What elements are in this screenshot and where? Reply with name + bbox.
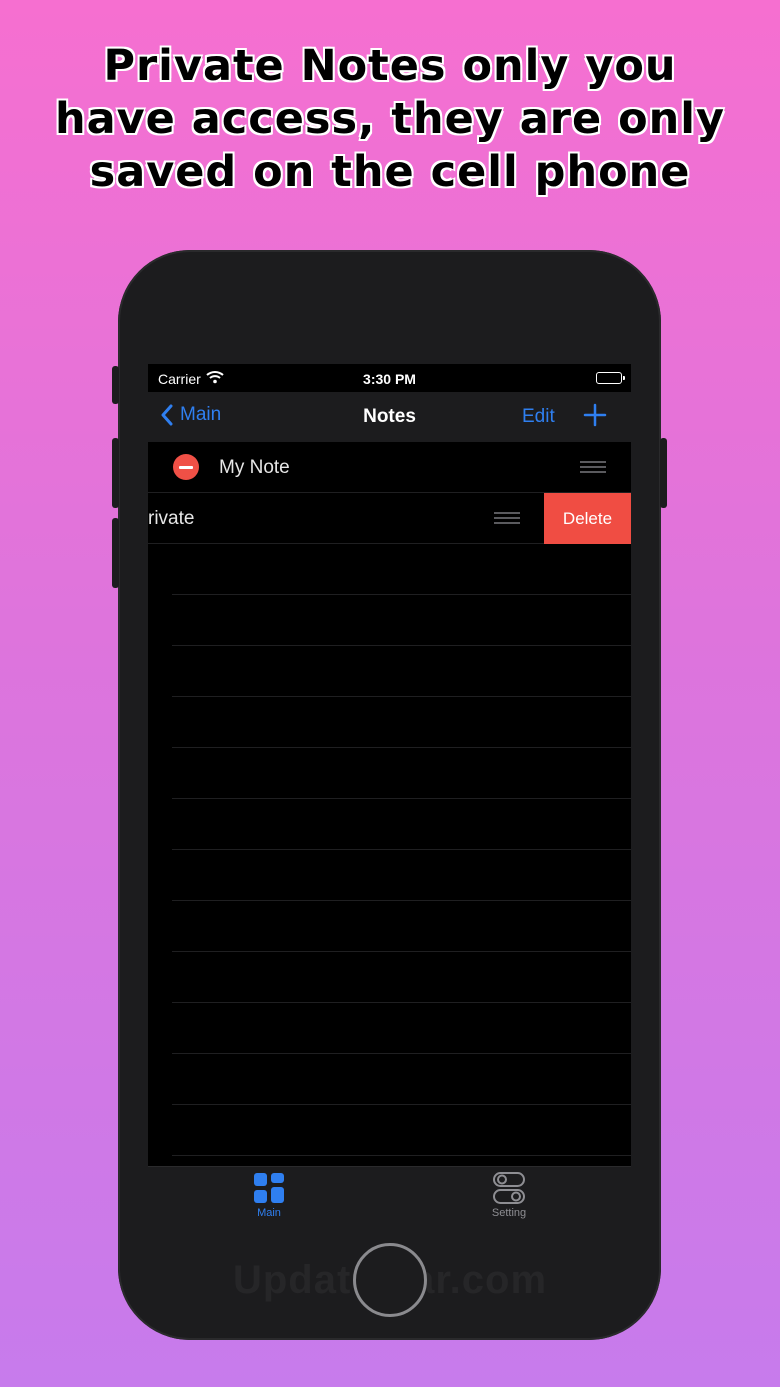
home-button[interactable] xyxy=(353,1243,427,1317)
status-time: 3:30 PM xyxy=(363,371,416,387)
empty-row xyxy=(172,646,631,697)
add-note-button[interactable] xyxy=(583,403,607,427)
empty-row xyxy=(172,901,631,952)
empty-row xyxy=(172,1054,631,1105)
note-title: My Note xyxy=(219,457,290,478)
volume-down-button xyxy=(112,518,119,588)
tab-bar: Main Setting xyxy=(148,1166,631,1222)
tab-setting[interactable]: Setting xyxy=(469,1171,549,1219)
edit-button[interactable]: Edit xyxy=(522,406,555,428)
empty-row xyxy=(172,1105,631,1156)
headline-line-1: Private Notes only you xyxy=(103,41,677,91)
navigation-bar: Main Notes Edit xyxy=(148,392,631,442)
empty-row xyxy=(172,697,631,748)
headline-line-2: have access, they are only xyxy=(54,94,726,144)
grid-icon xyxy=(254,1173,284,1203)
list-item[interactable]: My Note xyxy=(148,442,631,493)
mute-switch xyxy=(112,366,119,404)
notes-list: My Note rivate Delete xyxy=(148,442,631,1156)
page-title: Notes xyxy=(363,406,416,427)
empty-row xyxy=(172,850,631,901)
app-screen: Carrier 3:30 PM Main Notes Edit My Note … xyxy=(148,364,631,1222)
list-item[interactable]: rivate Delete xyxy=(148,493,631,544)
tab-main[interactable]: Main xyxy=(229,1171,309,1219)
plus-icon xyxy=(583,403,607,427)
tab-main-label: Main xyxy=(257,1207,281,1219)
power-button xyxy=(660,438,667,508)
toggles-icon xyxy=(493,1172,525,1204)
delete-button[interactable]: Delete xyxy=(544,493,631,544)
headline: Private Notes only you have access, they… xyxy=(0,40,780,199)
reorder-handle-icon[interactable] xyxy=(580,461,606,475)
headline-line-3: saved on the cell phone xyxy=(89,147,691,197)
reorder-handle-icon[interactable] xyxy=(494,512,520,526)
note-title: rivate xyxy=(148,508,195,529)
volume-up-button xyxy=(112,438,119,508)
battery-icon xyxy=(596,372,625,384)
empty-row xyxy=(172,952,631,1003)
empty-row xyxy=(172,544,631,595)
status-bar: Carrier 3:30 PM xyxy=(148,364,631,392)
delete-control-icon[interactable] xyxy=(173,454,199,480)
empty-row xyxy=(172,799,631,850)
empty-row xyxy=(172,1003,631,1054)
tab-setting-label: Setting xyxy=(491,1207,527,1219)
empty-row xyxy=(172,748,631,799)
empty-row xyxy=(172,595,631,646)
